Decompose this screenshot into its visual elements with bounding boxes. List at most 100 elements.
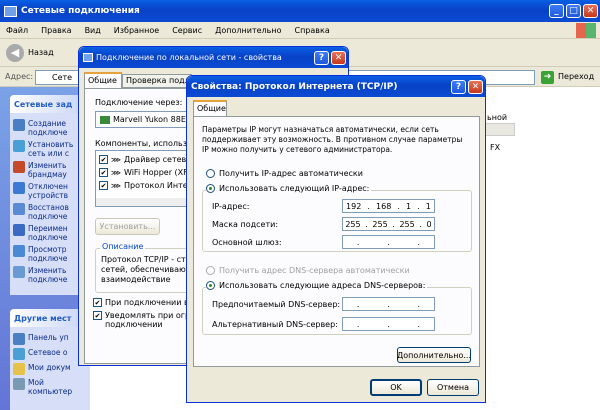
install-button: Установить...	[95, 218, 160, 235]
control-panel-icon	[13, 333, 25, 345]
explorer-title: Сетевые подключения	[21, 6, 140, 16]
preferred-dns-field[interactable]: ...	[342, 297, 435, 311]
menu-view[interactable]: Вид	[85, 26, 101, 35]
right-content-text: ьной	[487, 113, 508, 122]
address-label: Адрес:	[5, 72, 34, 81]
minimize-button[interactable]: _	[549, 4, 564, 18]
tab-general[interactable]: Общие	[193, 100, 227, 116]
task-item[interactable]: Отключен устройств	[13, 182, 87, 200]
task-item[interactable]: Переимен подключе	[13, 224, 87, 242]
components-label: Компоненты, использу	[95, 139, 192, 148]
tcpip-title: Свойства: Протокол Интернета (TCP/IP)	[191, 81, 398, 92]
menu-help[interactable]: Справка	[294, 26, 329, 35]
network-icon	[4, 5, 17, 17]
lan-title: Подключение по локальной сети - свойства	[96, 53, 282, 62]
gateway-field[interactable]: ...	[342, 235, 435, 249]
component-icon: ⋙	[111, 181, 121, 190]
component-item[interactable]: ✔ ⋙ Драйвер сетев	[96, 153, 189, 166]
ok-button[interactable]: OK	[370, 379, 422, 396]
component-checkbox[interactable]: ✔	[99, 181, 108, 190]
auto-dns-radio-row: Получить адрес DNS-сервера автоматически	[206, 266, 410, 275]
ip-address-field[interactable]: 192. 168. 1. 1	[342, 199, 435, 213]
manual-dns-radio-row[interactable]: Использовать следующие адреса DNS-сервер…	[206, 281, 428, 290]
help-button[interactable]: ?	[314, 50, 329, 65]
rename-icon	[13, 224, 25, 236]
repair-icon	[13, 203, 25, 215]
go-button-label[interactable]: Переход	[558, 72, 594, 81]
menu-edit[interactable]: Правка	[41, 26, 71, 35]
subnet-mask-label: Маска подсети:	[212, 220, 279, 229]
adapter-field: Marvell Yukon 88E	[95, 111, 195, 128]
advanced-button[interactable]: Дополнительно...	[397, 347, 471, 363]
description-text: Протокол TCP/IP - ст сетей, обеспечиваю …	[101, 255, 186, 284]
ip-address-label: IP-адрес:	[212, 202, 250, 211]
close-button[interactable]: ✕	[331, 50, 346, 65]
network-card-icon	[100, 115, 110, 124]
preferred-dns-label: Предпочитаемый DNS-сервер:	[212, 300, 341, 309]
firewall-icon	[13, 161, 25, 173]
radio	[206, 266, 215, 275]
checkbox[interactable]: ✔	[93, 298, 102, 307]
tcpip-titlebar: Свойства: Протокол Интернета (TCP/IP) ? …	[187, 76, 485, 97]
tab-general[interactable]: Общие	[84, 72, 122, 88]
windows-logo-icon	[576, 23, 596, 38]
menu-advanced[interactable]: Дополнительно	[215, 26, 281, 35]
intro-text: Параметры IP могут назначаться автоматич…	[202, 125, 463, 154]
list-scrollbar[interactable]	[96, 198, 189, 206]
new-connection-icon	[13, 119, 25, 131]
back-icon[interactable]: ◀	[6, 43, 24, 62]
place-item[interactable]: Панель уп	[13, 333, 87, 345]
alternate-dns-label: Альтернативный DNS-сервер:	[212, 320, 338, 329]
cancel-button[interactable]: Отмена	[427, 379, 479, 396]
go-icon[interactable]: ➜	[541, 71, 554, 84]
task-pane: Сетевые зад Создание подключе Установить…	[0, 87, 90, 410]
my-documents-icon	[13, 363, 25, 375]
task-item[interactable]: Изменить подключе	[13, 266, 87, 284]
task-item[interactable]: Изменить брандмау	[13, 161, 87, 179]
checkbox[interactable]: ✔	[93, 311, 102, 320]
maximize-button[interactable]: □	[566, 4, 581, 18]
place-item[interactable]: Сетевое о	[13, 348, 87, 360]
notify-checkbox-row[interactable]: ✔ Уведомлять при огр подключении	[93, 311, 193, 329]
tcpip-properties-dialog: Свойства: Протокол Интернета (TCP/IP) ? …	[186, 75, 486, 403]
component-icon: ⋙	[111, 155, 121, 164]
auto-ip-radio-row[interactable]: Получить IP-адрес автоматически	[206, 169, 363, 178]
explorer-titlebar: Сетевые подключения _ □ ✕	[0, 0, 600, 22]
task-item[interactable]: Создание подключе	[13, 119, 87, 137]
menu-file[interactable]: Файл	[6, 26, 28, 35]
back-button-label[interactable]: Назад	[28, 48, 54, 57]
component-item[interactable]: ✔ ⋙ WiFi Hopper (XF	[96, 166, 189, 179]
task-item[interactable]: Восстанов подключе	[13, 203, 87, 221]
subnet-mask-field[interactable]: 255. 255. 255. 0	[342, 217, 435, 231]
component-item[interactable]: ✔ ⋙ Протокол Инте	[96, 179, 189, 192]
place-item[interactable]: Мои докум	[13, 363, 87, 375]
gateway-label: Основной шлюз:	[212, 238, 282, 247]
component-checkbox[interactable]: ✔	[99, 155, 108, 164]
disable-device-icon	[13, 182, 25, 194]
network-icon	[83, 53, 93, 62]
place-item[interactable]: Мой компьютер	[13, 378, 87, 396]
tcpip-tab-panel: Параметры IP могут назначаться автоматич…	[193, 116, 480, 367]
alternate-dns-field[interactable]: ...	[342, 317, 435, 331]
close-button[interactable]: ✕	[583, 4, 598, 18]
change-settings-icon	[13, 266, 25, 278]
task-item[interactable]: Просмотр подключе	[13, 245, 87, 263]
menu-bar: Файл Правка Вид Избранное Сервис Дополни…	[0, 22, 600, 39]
radio[interactable]	[206, 169, 215, 178]
network-places-icon	[13, 348, 25, 360]
radio[interactable]	[206, 281, 215, 290]
right-content-box	[485, 123, 515, 136]
manual-ip-radio-row[interactable]: Использовать следующий IP-адрес:	[206, 184, 372, 193]
component-checkbox[interactable]: ✔	[99, 168, 108, 177]
show-icon-checkbox-row[interactable]: ✔ При подключении вы	[93, 298, 195, 307]
component-icon: ⋙	[111, 168, 121, 177]
radio[interactable]	[206, 184, 215, 193]
close-button[interactable]: ✕	[468, 79, 483, 94]
tab-authentication[interactable]: Проверка подлинн	[122, 74, 192, 88]
menu-favorites[interactable]: Избранное	[114, 26, 159, 35]
help-button[interactable]: ?	[451, 79, 466, 94]
menu-tools[interactable]: Сервис	[172, 26, 202, 35]
view-status-icon	[13, 245, 25, 257]
lan-titlebar: Подключение по локальной сети - свойства…	[79, 47, 348, 68]
task-item[interactable]: Установить сеть или с	[13, 140, 87, 158]
